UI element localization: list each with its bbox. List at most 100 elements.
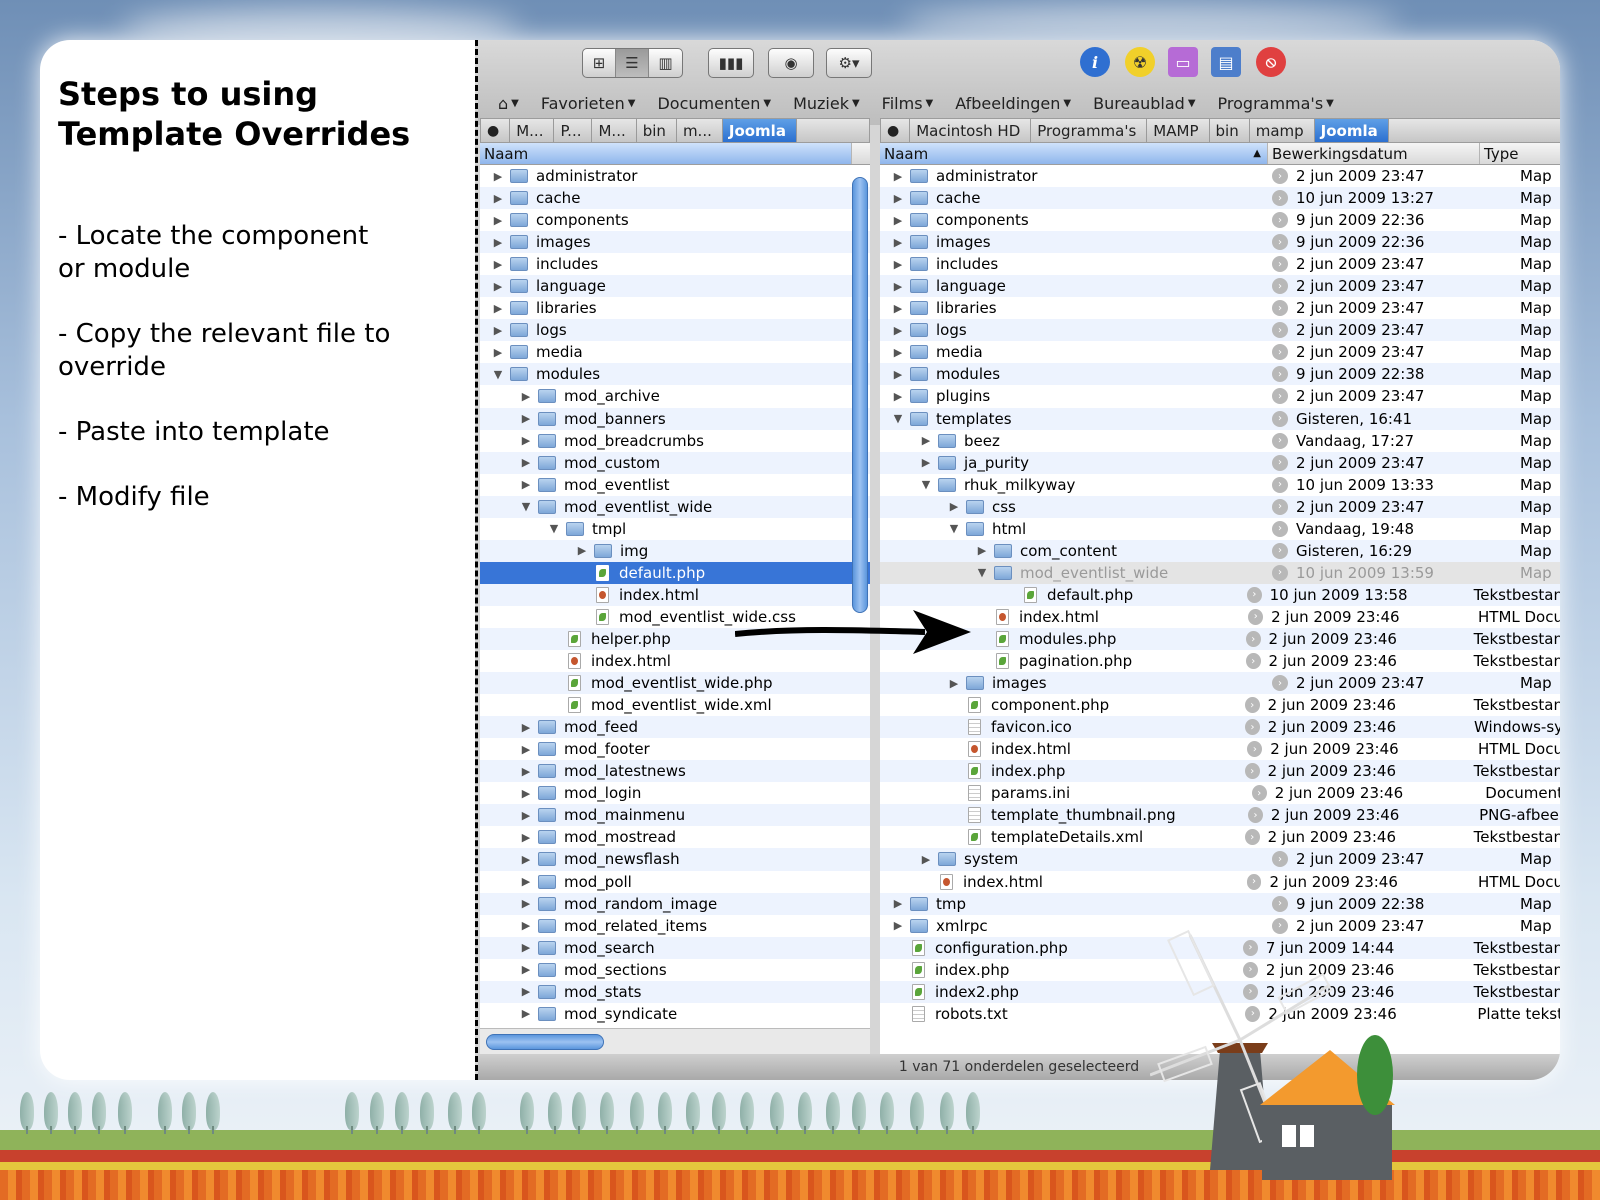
disclosure-closed-icon[interactable]: ▶ <box>492 170 504 183</box>
folder-row[interactable]: ▼ mod_eventlist_wide <box>480 495 870 518</box>
path-crumb-current[interactable]: Joomla <box>1314 119 1389 142</box>
folder-row[interactable]: ▶ mod_banners <box>480 407 870 430</box>
folder-row[interactable]: ▶ libraries <box>480 297 870 319</box>
file-row[interactable]: robots.txt › 2 jun 2009 23:46 Platte tekst <box>880 1003 1560 1025</box>
disclosure-closed-icon[interactable]: ▶ <box>948 677 960 690</box>
disclosure-closed-icon[interactable]: ▶ <box>520 963 532 976</box>
file-row[interactable]: default.php <box>480 561 870 584</box>
stop-icon[interactable]: ⦸ <box>1256 47 1286 77</box>
disclosure-closed-icon[interactable]: ▶ <box>520 721 532 734</box>
reveal-arrow-icon[interactable]: › <box>1272 542 1288 559</box>
reveal-arrow-icon[interactable]: › <box>1272 675 1288 692</box>
action-button[interactable]: ⚙▾ <box>826 48 872 78</box>
folder-row[interactable]: ▶ components <box>480 209 870 231</box>
icon-view-icon[interactable]: ⊞ <box>583 49 616 77</box>
folder-row[interactable]: ▶ images <box>480 231 870 254</box>
file-row[interactable]: configuration.php › 7 jun 2009 14:44 Tekstb… <box>880 936 1560 959</box>
vertical-scrollbar[interactable] <box>852 177 868 613</box>
disclosure-closed-icon[interactable]: ▶ <box>892 390 904 403</box>
disclosure-closed-icon[interactable]: ▶ <box>520 831 532 844</box>
reveal-arrow-icon[interactable]: › <box>1272 432 1288 449</box>
coverflow-button[interactable]: ▮▮▮ <box>708 48 754 78</box>
folder-row[interactable]: ▶ mod_sections <box>480 959 870 981</box>
folder-row[interactable]: ▶ libraries › 2 jun 2009 23:47 Map <box>880 297 1560 319</box>
places-item[interactable]: Documenten ▼ <box>657 94 771 113</box>
file-row[interactable]: template_thumbnail.png › 2 jun 2009 23:46 P… <box>880 804 1560 827</box>
folder-row[interactable]: ▶ includes <box>480 253 870 275</box>
folder-row[interactable]: ▶ administrator <box>480 165 870 187</box>
file-row[interactable]: index.html › 2 jun 2009 23:46 HTML Docu <box>880 871 1560 893</box>
folder-row[interactable]: ▶ mod_login <box>480 782 870 804</box>
path-crumb[interactable]: Macintosh HD <box>910 119 1032 142</box>
reveal-arrow-icon[interactable]: › <box>1272 895 1288 912</box>
reveal-arrow-icon[interactable]: › <box>1272 322 1288 339</box>
folder-row[interactable]: ▶ mod_feed <box>480 716 870 739</box>
folder-row[interactable]: ▶ images › 9 jun 2009 22:36 Map <box>880 231 1560 254</box>
folder-row[interactable]: ▶ cache <box>480 187 870 210</box>
reveal-arrow-icon[interactable]: › <box>1272 476 1288 493</box>
folder-row[interactable]: ▶ system › 2 jun 2009 23:47 Map <box>880 848 1560 871</box>
reveal-arrow-icon[interactable]: › <box>1272 366 1288 383</box>
folder-row[interactable]: ▼ mod_eventlist_wide › 10 jun 2009 13:59 Map <box>880 561 1560 584</box>
disclosure-open-icon[interactable]: ▼ <box>920 478 932 491</box>
file-row[interactable]: mod_eventlist_wide.xml <box>480 694 870 716</box>
disclosure-open-icon[interactable]: ▼ <box>520 500 532 513</box>
disclosure-closed-icon[interactable]: ▶ <box>520 809 532 822</box>
disclosure-closed-icon[interactable]: ▶ <box>948 500 960 513</box>
folder-row[interactable]: ▶ mod_mostread <box>480 826 870 848</box>
folder-row[interactable]: ▶ mod_custom <box>480 451 870 474</box>
folder-row[interactable]: ▶ cache › 10 jun 2009 13:27 Map <box>880 187 1560 210</box>
disclosure-closed-icon[interactable]: ▶ <box>520 919 532 932</box>
folder-row[interactable]: ▶ mod_eventlist <box>480 474 870 496</box>
file-row[interactable]: templateDetails.xml › 2 jun 2009 23:46 Teks… <box>880 826 1560 848</box>
path-crumb[interactable]: MAMP <box>1147 119 1210 142</box>
disclosure-closed-icon[interactable]: ▶ <box>492 236 504 249</box>
drive-icon[interactable]: ▭ <box>1168 47 1198 77</box>
disclosure-closed-icon[interactable]: ▶ <box>520 985 532 998</box>
reveal-arrow-icon[interactable]: › <box>1272 212 1288 229</box>
file-row[interactable]: index2.php › 2 jun 2009 23:46 Tekstbestan <box>880 980 1560 1003</box>
disclosure-closed-icon[interactable]: ▶ <box>892 192 904 205</box>
reveal-arrow-icon[interactable]: › <box>1272 234 1288 251</box>
apple-icon[interactable]: ● <box>881 119 911 142</box>
folder-row[interactable]: ▶ mod_breadcrumbs <box>480 430 870 452</box>
folder-row[interactable]: ▶ mod_stats <box>480 980 870 1003</box>
places-item[interactable]: Programma's ▼ <box>1218 94 1334 113</box>
folder-row[interactable]: ▶ components › 9 jun 2009 22:36 Map <box>880 209 1560 231</box>
places-item[interactable]: Bureaublad ▼ <box>1093 94 1195 113</box>
folder-row[interactable]: ▶ mod_related_items <box>480 915 870 937</box>
file-row[interactable]: params.ini › 2 jun 2009 23:46 Document <box>880 782 1560 804</box>
folder-row[interactable]: ▶ tmp › 9 jun 2009 22:38 Map <box>880 892 1560 915</box>
reveal-arrow-icon[interactable]: › <box>1243 983 1258 1000</box>
reveal-arrow-icon[interactable]: › <box>1251 785 1267 802</box>
reveal-arrow-icon[interactable]: › <box>1245 653 1261 670</box>
reveal-arrow-icon[interactable]: › <box>1244 763 1260 780</box>
reveal-arrow-icon[interactable]: › <box>1243 961 1258 978</box>
disclosure-closed-icon[interactable]: ▶ <box>520 853 532 866</box>
disclosure-closed-icon[interactable]: ▶ <box>520 478 532 491</box>
date-column-header[interactable]: Bewerkingsdatum <box>1268 143 1480 164</box>
disclosure-closed-icon[interactable]: ▶ <box>520 897 532 910</box>
disclosure-closed-icon[interactable]: ▶ <box>520 743 532 756</box>
disclosure-closed-icon[interactable]: ▶ <box>520 787 532 800</box>
name-column-header[interactable]: Naam <box>480 143 852 164</box>
folder-row[interactable]: ▶ language <box>480 275 870 298</box>
file-row[interactable]: mod_eventlist_wide.php <box>480 672 870 695</box>
disclosure-closed-icon[interactable]: ▶ <box>492 214 504 227</box>
disclosure-open-icon[interactable]: ▼ <box>492 368 504 381</box>
name-column-header[interactable]: Naam ▲ <box>880 143 1268 164</box>
folder-row[interactable]: ▼ rhuk_milkyway › 10 jun 2009 13:33 Map <box>880 474 1560 496</box>
folder-row[interactable]: ▶ images › 2 jun 2009 23:47 Map <box>880 672 1560 695</box>
column-view-icon[interactable]: ▥ <box>649 49 682 77</box>
reveal-arrow-icon[interactable]: › <box>1272 564 1288 581</box>
places-item[interactable]: Favorieten ▼ <box>541 94 636 113</box>
reveal-arrow-icon[interactable]: › <box>1272 256 1288 273</box>
disclosure-closed-icon[interactable]: ▶ <box>892 897 904 910</box>
disclosure-closed-icon[interactable]: ▶ <box>492 258 504 271</box>
reveal-arrow-icon[interactable]: › <box>1243 939 1258 956</box>
file-row[interactable]: default.php › 10 jun 2009 13:58 Tekstbestan <box>880 583 1560 606</box>
disclosure-closed-icon[interactable]: ▶ <box>892 368 904 381</box>
file-row[interactable]: helper.php <box>480 627 870 651</box>
disclosure-closed-icon[interactable]: ▶ <box>492 192 504 205</box>
path-crumb[interactable]: m... <box>677 119 723 142</box>
